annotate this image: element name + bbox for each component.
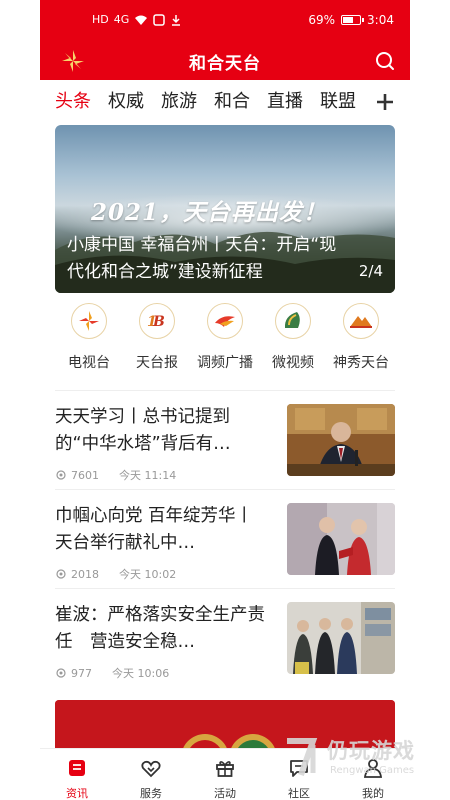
news-meta: 977 今天 10:06 (55, 665, 169, 681)
mountain-icon (343, 303, 379, 339)
news-meta: 2018 今天 10:02 (55, 566, 176, 582)
news-title[interactable]: 天天学习丨总书记提到的“中华水塔”背后有… (55, 404, 265, 458)
channel-label: 天台报 (136, 355, 178, 371)
sim-icon (153, 14, 166, 26)
plus-icon[interactable] (374, 91, 396, 113)
tab-hehe[interactable]: 和合 (214, 82, 250, 122)
tabbar-item-activity[interactable]: 活动 (188, 753, 262, 800)
divider (55, 588, 395, 589)
tabbar-label: 我的 (362, 787, 384, 800)
channel-label: 微视频 (272, 355, 314, 371)
carousel-banner[interactable]: 2021，天台再出发！ 小康中国 幸福台州丨天台：开启“现代化和合之城”建设新征… (55, 125, 395, 293)
news-thumbnail[interactable] (287, 602, 395, 674)
watermark-text: 仍玩游戏 (327, 739, 415, 763)
category-tabs: 头条 权威 旅游 和合 直播 联盟 (40, 82, 410, 122)
news-time: 今天 11:14 (119, 469, 177, 482)
channel-micro-video[interactable]: 微视频 (256, 303, 330, 372)
watermark-logo-icon (287, 738, 318, 776)
tv-station-icon (71, 303, 107, 339)
news-views: 977 (71, 666, 92, 680)
eye-icon (56, 470, 66, 480)
tabbar-item-service[interactable]: 服务 (114, 753, 188, 800)
eye-icon (56, 569, 66, 579)
svg-text:B: B (152, 314, 165, 330)
app-header: 和合天台 (40, 42, 410, 80)
news-item[interactable]: 天天学习丨总书记提到的“中华水塔”背后有… 7601 今天 11:14 (55, 404, 395, 494)
divider (55, 390, 395, 391)
channel-label: 神秀天台 (333, 355, 389, 371)
battery-percent: 69% (308, 13, 336, 27)
news-item[interactable]: 崔波：严格落实安全生产责任 营造安全稳… 977 今天 10:06 (55, 602, 395, 692)
news-views: 7601 (71, 468, 99, 482)
news-time: 今天 10:02 (119, 568, 177, 581)
page-title: 和合天台 (189, 54, 261, 74)
news-title[interactable]: 巾帼心向党 百年绽芳华丨 天台举行献礼中… (55, 503, 265, 557)
search-icon[interactable] (374, 50, 396, 72)
channel-shortcuts: 电视台 1B 天台报 调频广播 微视频 神秀天台 (40, 303, 410, 385)
channel-label: 调频广播 (197, 355, 253, 371)
channel-newspaper[interactable]: 1B 天台报 (120, 303, 194, 372)
app-screen: HD 4G 69% 3:04 和合天台 头条 权威 旅游 和合 直播 联盟 20… (40, 0, 410, 800)
banner-counter: 2/4 (358, 262, 383, 280)
4g-icon: 4G (113, 13, 130, 26)
tab-authority[interactable]: 权威 (108, 82, 144, 122)
news-title[interactable]: 崔波：严格落实安全生产责任 营造安全稳… (55, 602, 265, 656)
download-icon (172, 15, 181, 26)
tabbar-label: 活动 (214, 787, 236, 800)
service-tab-icon (141, 760, 161, 778)
eye-icon (56, 668, 66, 678)
radio-icon (207, 303, 243, 339)
channel-label: 电视台 (68, 355, 110, 371)
wifi-icon (135, 15, 148, 25)
gift-tab-icon (216, 761, 234, 777)
tabbar-label: 服务 (140, 787, 162, 800)
channel-shenxiu[interactable]: 神秀天台 (324, 303, 398, 372)
status-right: 69% 3:04 (308, 13, 394, 27)
battery-fill (343, 17, 354, 23)
tab-travel[interactable]: 旅游 (161, 82, 197, 122)
tabbar-label: 社区 (288, 787, 310, 800)
tab-alliance[interactable]: 联盟 (320, 82, 356, 122)
channel-radio[interactable]: 调频广播 (188, 303, 262, 372)
status-icons: HD 4G (92, 13, 182, 27)
battery-icon (341, 15, 365, 25)
tab-headlines[interactable]: 头条 (55, 82, 91, 122)
tab-live[interactable]: 直播 (267, 82, 303, 122)
news-time: 今天 10:06 (112, 667, 170, 680)
news-meta: 7601 今天 11:14 (55, 467, 176, 483)
news-thumbnail[interactable] (287, 503, 395, 575)
divider (55, 489, 395, 490)
clock: 3:04 (367, 13, 394, 27)
news-tab-icon (69, 760, 85, 776)
news-thumbnail[interactable] (287, 404, 395, 476)
status-bar: HD 4G 69% 3:04 (40, 0, 410, 42)
hd-icon: HD (92, 13, 109, 26)
newspaper-icon: 1B (139, 303, 175, 339)
banner-slogan: 2021，天台再出发！ (91, 199, 328, 226)
news-item[interactable]: 巾帼心向党 百年绽芳华丨 天台举行献礼中… 2018 今天 10:02 (55, 503, 395, 593)
news-views: 2018 (71, 567, 99, 581)
watermark: 仍玩游戏 Rengwan Games (283, 735, 433, 783)
micro-video-icon (275, 303, 311, 339)
tabbar-item-news[interactable]: 资讯 (40, 753, 114, 800)
tabbar-label: 资讯 (66, 787, 88, 800)
banner-caption[interactable]: 小康中国 幸福台州丨天台：开启“现代化和合之城”建设新征程 (67, 232, 347, 286)
channel-tv[interactable]: 电视台 (52, 303, 126, 372)
watermark-subtext: Rengwan Games (330, 765, 415, 776)
